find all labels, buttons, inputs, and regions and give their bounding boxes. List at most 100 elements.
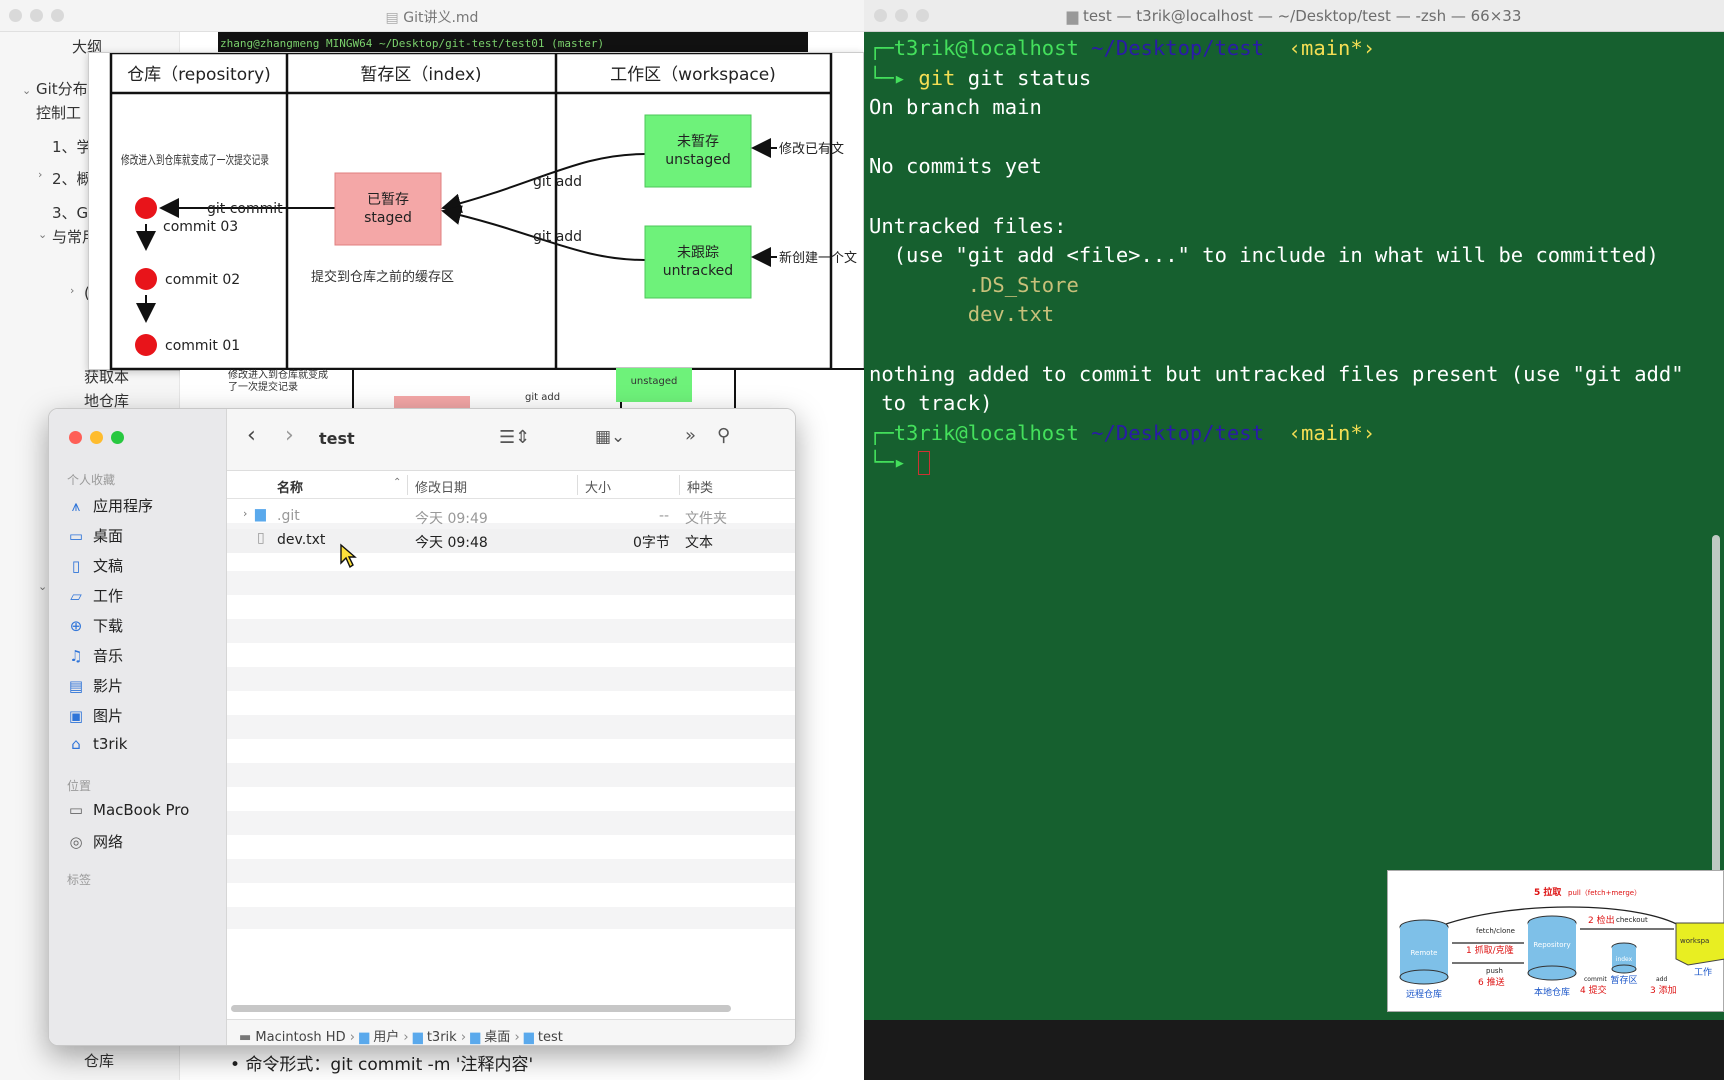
checkout-en-label: checkout (1616, 916, 1648, 924)
workspace-column-header: 工作区（workspace) (610, 65, 776, 85)
finder-zoom-button[interactable] (111, 431, 124, 444)
search-icon[interactable]: ⚲ (717, 425, 730, 446)
terminal-scrollbar[interactable] (1712, 535, 1720, 875)
pull-label: 5 拉取 (1534, 886, 1562, 898)
outline-chevron-icon[interactable]: › (70, 284, 74, 297)
commit-label: commit (1584, 976, 1607, 983)
finder-column-headers: 名称 ⌃ 修改日期 大小 种类 (227, 471, 795, 499)
path-segment[interactable]: t3rik (427, 1030, 457, 1045)
folder-icon: ▆ (359, 1030, 374, 1045)
index-label: index (1616, 956, 1633, 963)
list-view-icon[interactable]: ☰⇕ (499, 427, 530, 448)
column-date[interactable]: 修改日期 (415, 477, 467, 496)
embedded-bash-screenshot: zhang@zhangmeng MINGW64 ~/Desktop/git-te… (218, 32, 808, 54)
desktop-background (864, 1020, 1724, 1080)
prompt-cwd: ~/Desktop/test (1091, 36, 1264, 60)
untracked-file: .DS_Store (967, 272, 1079, 297)
outline-chevron-icon[interactable]: ⌄ (38, 580, 47, 593)
commit-02-label: commit 02 (165, 272, 240, 288)
staged-box (334, 172, 442, 246)
prompt-user: t3rik@localhost (893, 420, 1079, 445)
git-commit-label: git commit (207, 201, 283, 217)
push-label: push (1486, 967, 1503, 975)
staged-en: staged (364, 210, 412, 226)
terminal-titlebar: ▆ test — t3rik@localhost — ~/Desktop/tes… (864, 0, 1724, 32)
outline-chevron-icon[interactable]: ⌄ (22, 84, 31, 97)
unstaged-box (644, 114, 752, 188)
outline-item[interactable]: Git分布 (36, 78, 88, 99)
folder-icon: ▆ (412, 1030, 427, 1045)
back-button[interactable]: ‹ (247, 423, 256, 448)
path-segment[interactable]: Macintosh HD (255, 1030, 345, 1045)
outline-chevron-icon[interactable]: ⌄ (38, 228, 47, 241)
forward-button[interactable]: › (285, 423, 294, 448)
fetch-cn-label: 1 抓取/克隆 (1466, 944, 1514, 956)
untracked-en: untracked (663, 263, 733, 279)
file-row-dev-txt[interactable]: ▯ dev.txt 今天 09:48 0字节 文本 (227, 529, 795, 553)
modify-note: 修改已有文 (779, 142, 844, 157)
index-note: 提交到仓库之前的缓存区 (311, 269, 454, 285)
doc-bullet-line: • 命令形式：git commit -m '注释内容' (180, 1040, 864, 1080)
command-text: git status (967, 65, 1092, 90)
repository-label: Repository (1533, 941, 1570, 949)
checkout-label: 2 检出 (1588, 914, 1615, 926)
output-line: No commits yet (869, 154, 1042, 179)
repo-column-header: 仓库（repository) (127, 65, 271, 85)
underlying-staged-box (394, 396, 470, 408)
folder-icon: ▆ (470, 1030, 485, 1045)
output-line: nothing added to commit but untracked fi… (869, 361, 1684, 386)
commit-03-node (135, 197, 157, 219)
outline-item[interactable]: 1、学 (52, 136, 92, 157)
column-size[interactable]: 大小 (585, 477, 611, 496)
finder-close-button[interactable] (69, 431, 82, 444)
prompt-branch: ‹main*› (1288, 420, 1376, 445)
outline-item[interactable]: 3、G (52, 202, 88, 223)
add-label: add (1656, 976, 1667, 983)
path-segment[interactable]: 用户 (373, 1030, 399, 1045)
commit-01-label: commit 01 (165, 338, 240, 354)
git-areas-diagram: 仓库（repository) 暂存区（index) 工作区（workspace)… (88, 52, 864, 371)
commit-02-node (135, 268, 157, 290)
finder-path-bar: ▬ Macintosh HD › ▆ 用户 › ▆ t3rik › ▆ 桌面 ›… (227, 1019, 795, 1045)
doc-titlebar: ▤ Git讲义.md (0, 0, 864, 32)
outline-item[interactable]: 仓库 (84, 1050, 114, 1071)
sidebar-favorites-header: 个人收藏 (67, 473, 116, 487)
folder-icon: ▆ (523, 1030, 538, 1045)
prompt-corner: ┌─ (869, 36, 894, 60)
unstaged-en: unstaged (665, 152, 731, 168)
commit-cn-label: 4 提交 (1580, 984, 1607, 996)
column-kind[interactable]: 种类 (687, 477, 713, 496)
untracked-box (644, 225, 752, 299)
folder-icon: ▆ (1066, 7, 1083, 25)
underlying-git-add: git add (525, 392, 561, 403)
command-git: git (918, 65, 956, 90)
finder-minimize-button[interactable] (90, 431, 103, 444)
prompt-arrow: └─▸ (869, 450, 907, 475)
commit-03-label: commit 03 (163, 219, 238, 235)
disclosure-chevron-icon[interactable]: › (243, 507, 247, 520)
prompt-cwd: ~/Desktop/test (1091, 420, 1264, 445)
bullet-text: • 命令形式：git commit -m '注释内容' (230, 1055, 534, 1075)
work-cn-label: 工作 (1694, 966, 1712, 978)
outline-chevron-icon[interactable]: › (38, 168, 42, 181)
untracked-cn: 未跟踪 (677, 245, 719, 261)
finder-window-controls (69, 431, 124, 444)
pull-sub-label: pull（fetch+merge） (1568, 889, 1641, 897)
column-name[interactable]: 名称 (277, 477, 303, 496)
group-by-icon[interactable]: ▦⌄ (595, 427, 625, 447)
git-add-label-1: git add (533, 174, 582, 190)
unstaged-cn: 未暂存 (677, 134, 719, 150)
fetch-label: fetch/clone (1476, 927, 1515, 935)
sort-ascending-icon[interactable]: ⌃ (393, 477, 401, 488)
prompt-branch: ‹main*› (1288, 36, 1376, 60)
file-row-git[interactable]: › ▆ .git 今天 09:49 -- 文件夹 (227, 505, 795, 529)
path-segment[interactable]: test (538, 1030, 563, 1045)
path-segment[interactable]: 桌面 (484, 1030, 510, 1045)
outline-item[interactable]: 控制工 (36, 102, 81, 123)
workflow-svg: 5 拉取 pull（fetch+merge） Remote 远程仓库 fetch… (1399, 886, 1724, 1000)
more-toolbar-icon[interactable]: » (685, 425, 696, 446)
horizontal-scrollbar[interactable] (231, 1005, 731, 1012)
outline-item[interactable]: 2、概 (52, 168, 92, 189)
index-column-header: 暂存区（index) (360, 65, 481, 85)
hd-icon: ▬ (239, 1030, 256, 1045)
